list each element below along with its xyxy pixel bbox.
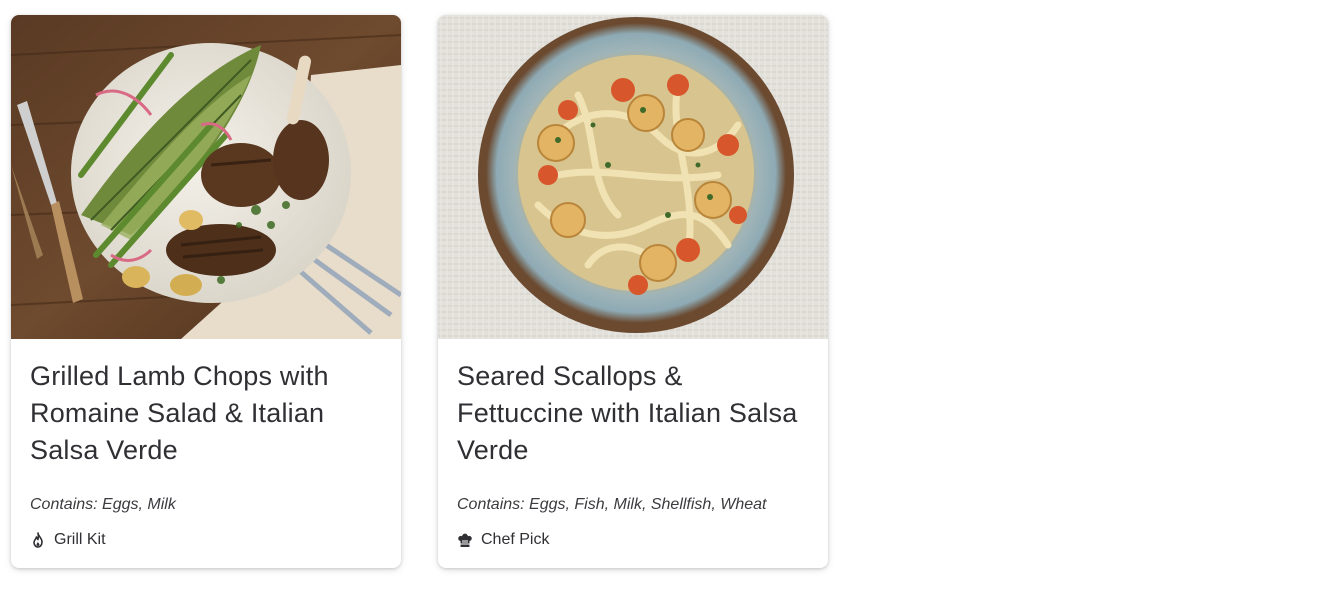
badge-label: Chef Pick [481, 531, 550, 548]
recipe-image[interactable] [438, 15, 828, 339]
recipe-grid: Grilled Lamb Chops with Romaine Salad & … [0, 0, 1324, 592]
recipe-title[interactable]: Grilled Lamb Chops with Romaine Salad & … [30, 358, 382, 469]
allergen-info: Contains: Eggs, Milk [30, 496, 176, 513]
recipe-info: Seared Scallops & Fettuccine with Italia… [438, 339, 828, 550]
recipe-card[interactable]: Grilled Lamb Chops with Romaine Salad & … [11, 15, 401, 568]
recipe-title[interactable]: Seared Scallops & Fettuccine with Italia… [457, 358, 809, 469]
allergen-info: Contains: Eggs, Fish, Milk, Shellfish, W… [457, 496, 767, 513]
chef-hat-icon [457, 531, 473, 549]
recipe-info: Grilled Lamb Chops with Romaine Salad & … [11, 339, 401, 550]
badge-label: Grill Kit [54, 531, 106, 548]
flame-icon [30, 531, 46, 549]
recipe-card[interactable]: Seared Scallops & Fettuccine with Italia… [438, 15, 828, 568]
recipe-badge: Chef Pick [457, 530, 809, 550]
recipe-image[interactable] [11, 15, 401, 339]
recipe-badge: Grill Kit [30, 530, 382, 550]
